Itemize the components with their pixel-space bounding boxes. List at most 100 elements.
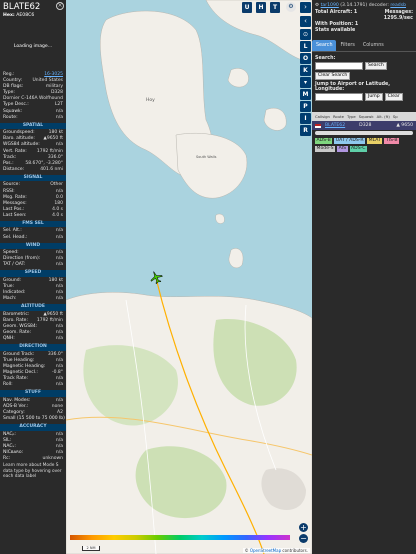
section-header-speed[interactable]: SPEED	[0, 270, 66, 277]
jump-row: Jump Clear	[312, 92, 416, 102]
zoom-in-button[interactable]: +	[299, 523, 308, 532]
section-header-spatial[interactable]: SPATIAL	[0, 122, 66, 130]
row-type: D328	[359, 123, 372, 128]
osm-link[interactable]: OpenStreetMap	[250, 548, 281, 553]
clear-jump-button[interactable]: Clear	[384, 93, 403, 101]
footer-note: Learn more about Mode S data type by hov…	[3, 463, 62, 480]
key-button-o[interactable]: O	[300, 53, 311, 64]
source-badge: UAT / ADS-R	[334, 138, 366, 144]
source-badge: TIS-B	[384, 138, 400, 144]
aircraft-list-panel: ⚙ tar1090 (3.14.1791) decoder: readsb To…	[312, 0, 416, 554]
tar1090-link[interactable]: tar1090	[321, 3, 339, 8]
info-row: QNH: n/a	[0, 336, 66, 342]
total-aircraft-value: 1	[353, 10, 358, 15]
settings-gear-icon[interactable]: ⚙	[286, 2, 296, 12]
row-callsign[interactable]: BLATE62	[325, 122, 345, 129]
source-badge: Mode-S	[315, 146, 336, 152]
info-row: Distance: 401.6 nmi	[0, 167, 66, 173]
info-value: n/a	[55, 114, 63, 120]
search-row: Search	[312, 61, 416, 71]
section-header-signal[interactable]: SIGNAL	[0, 174, 66, 182]
info-row: Last Seen: 4.0 s	[0, 213, 66, 219]
section-header-wind[interactable]: WIND	[0, 242, 66, 250]
info-label: Mach:	[3, 296, 17, 302]
key-button-m[interactable]: M	[300, 89, 311, 100]
info-label: Small (15 500 to 75 000 lb)	[3, 416, 65, 422]
section-header-stuff[interactable]: STUFF	[0, 390, 66, 397]
info-sections: SPATIAL Groundspeed: 180 kt Baro. altitude:…	[0, 122, 66, 462]
info-value: unknown	[42, 456, 63, 462]
jump-button[interactable]: Jump	[365, 93, 383, 101]
horizontal-scrollbar[interactable]	[315, 131, 413, 135]
info-label: TAT / OAT:	[3, 262, 26, 268]
toggle-button-h[interactable]: H	[256, 2, 266, 13]
info-row: Roll: n/a	[0, 382, 66, 388]
column-altitude[interactable]: Alt. (ft)	[377, 114, 390, 119]
section-header-altitude[interactable]: ALTITUDE	[0, 304, 66, 311]
stats-available: Stats available	[315, 28, 356, 33]
expand-panel-icon[interactable]: ‹	[300, 16, 311, 27]
info-row: Small (15 500 to 75 000 lb)	[0, 416, 66, 422]
jump-input[interactable]	[315, 93, 363, 101]
key-button-i[interactable]: I	[300, 113, 311, 124]
column-callsign[interactable]: Callsign	[315, 114, 330, 119]
zoom-out-button[interactable]: −	[299, 534, 308, 543]
info-value: n/a	[55, 336, 63, 342]
search-input[interactable]	[315, 62, 363, 70]
info-label: Route:	[3, 114, 18, 120]
column-route[interactable]: Route	[333, 114, 344, 119]
column-squawk[interactable]: Squawk	[359, 114, 374, 119]
tab-filters[interactable]: Filters	[336, 40, 358, 51]
clear-search-button[interactable]: Clear Search	[315, 72, 351, 80]
info-value: 4.0 s	[52, 212, 63, 218]
column-type[interactable]: Type	[347, 114, 356, 119]
aircraft-info-panel: BLATE62 Hex: AE08C6 × Loading image... R…	[0, 0, 66, 554]
info-label: Distance:	[3, 166, 25, 172]
section-header-accuracy[interactable]: ACCURACY	[0, 424, 66, 431]
toggle-button-u[interactable]: U	[242, 2, 252, 13]
decoder-link[interactable]: readsb	[390, 3, 406, 8]
gear-icon[interactable]: ⚙	[315, 3, 319, 8]
aircraft-photo: Loading image...	[13, 44, 53, 49]
aircraft-icon[interactable]	[148, 269, 164, 285]
messages-rate: 1295.9/sec	[383, 16, 413, 21]
source-badge: ADS-B	[315, 138, 333, 144]
identity-rows: Reg.: 16-3025 Country: United States DB flag…	[0, 72, 66, 121]
filter-icon[interactable]: ▾	[300, 77, 311, 88]
column-speed[interactable]: Sp	[393, 114, 398, 119]
info-row: Route: n/a	[0, 115, 66, 121]
place-label-hoy: Hoy	[146, 98, 155, 103]
key-button-p[interactable]: P	[300, 101, 311, 112]
search-button[interactable]: Search	[365, 62, 387, 70]
section-header-direction[interactable]: DIRECTION	[0, 344, 66, 351]
info-label: QNH:	[3, 336, 15, 342]
table-row[interactable]: BLATE62 D328 ▲ 9650	[312, 121, 416, 130]
hex-code: AE08C6	[16, 13, 35, 18]
info-row: Sel. Head.: n/a	[0, 235, 66, 241]
info-value: n/a	[55, 296, 63, 302]
section-header-fms-sel[interactable]: FMS SEL	[0, 220, 66, 228]
search-label: Search:	[315, 56, 336, 61]
place-label-south-walls: South Walls	[196, 155, 217, 159]
map-view[interactable]: Hoy South Walls U H T ⚙ › ‹ ⊙ L O K ▾ M …	[66, 0, 312, 554]
source-badge: AIS	[337, 146, 348, 152]
map-attribution: © OpenStreetMap contributors.	[242, 548, 310, 553]
collapse-sidebar-icon[interactable]: ›	[300, 2, 311, 13]
tab-columns[interactable]: Columns	[359, 40, 388, 51]
version-line: ⚙ tar1090 (3.14.1791) decoder: readsb	[315, 3, 407, 8]
key-button-r[interactable]: R	[300, 125, 311, 136]
altitude-color-legend	[70, 535, 290, 540]
info-label: Roll:	[3, 382, 13, 388]
close-icon[interactable]: ×	[56, 2, 64, 10]
hex-line: Hex: AE08C6	[3, 13, 35, 18]
row-altitude: ▲ 9650	[396, 123, 413, 128]
toggle-button-t[interactable]: T	[270, 2, 280, 13]
map-canvas[interactable]	[66, 0, 312, 554]
source-badge: MLAT	[367, 138, 383, 144]
tab-search[interactable]: Search	[312, 40, 337, 51]
info-value: n/a	[55, 234, 63, 240]
info-row: TAT / OAT: n/a	[0, 262, 66, 268]
layers-icon[interactable]: ⊙	[300, 29, 311, 40]
key-button-l[interactable]: L	[300, 41, 311, 52]
key-button-k[interactable]: K	[300, 65, 311, 76]
